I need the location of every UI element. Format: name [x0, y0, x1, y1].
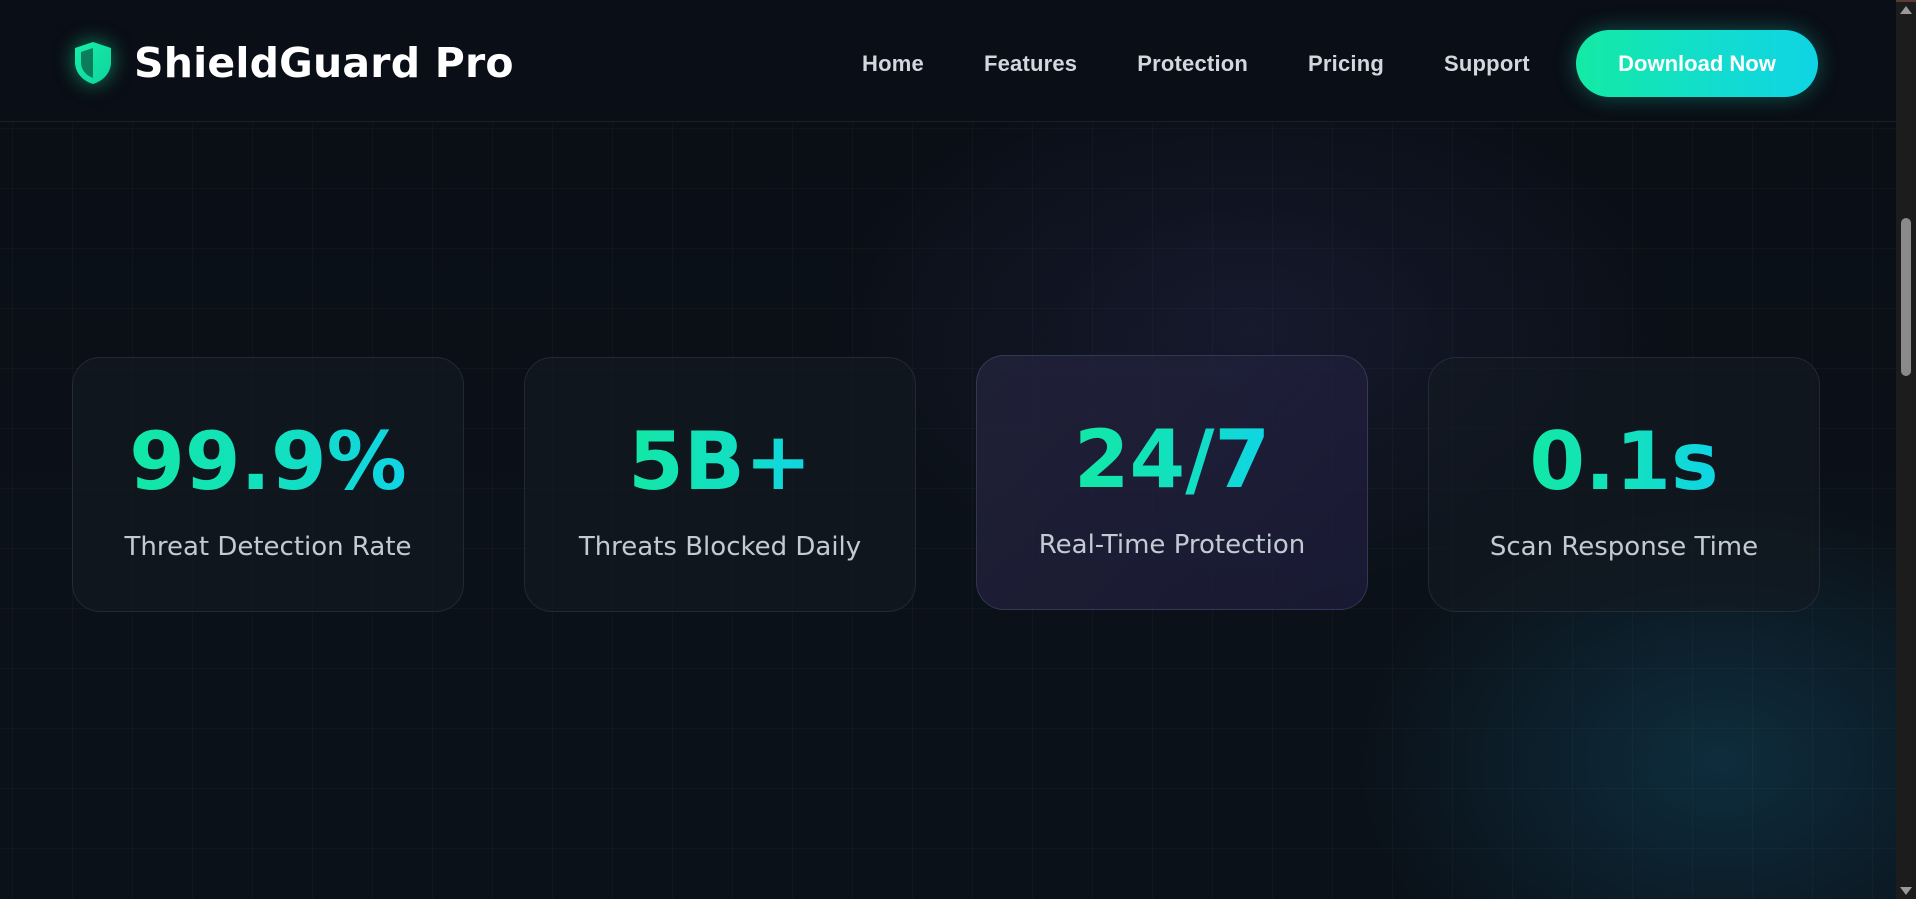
nav-link-protection[interactable]: Protection — [1137, 51, 1248, 77]
stat-value: 24/7 — [1073, 413, 1271, 506]
stat-card-detection-rate: 99.9% Threat Detection Rate — [72, 357, 464, 612]
stat-value: 5B+ — [628, 415, 812, 508]
shield-icon — [70, 39, 116, 87]
vertical-scrollbar[interactable] — [1896, 2, 1916, 899]
brand-name: ShieldGuard Pro — [134, 39, 514, 87]
stat-card-scan-response: 0.1s Scan Response Time — [1428, 357, 1820, 612]
site-header: ShieldGuard Pro Home Features Protection… — [0, 2, 1896, 122]
nav-link-pricing[interactable]: Pricing — [1308, 51, 1384, 77]
stat-value: 99.9% — [129, 415, 407, 508]
brand[interactable]: ShieldGuard Pro — [70, 39, 514, 87]
nav-link-features[interactable]: Features — [984, 51, 1077, 77]
download-now-button[interactable]: Download Now — [1576, 30, 1818, 97]
stat-card-real-time-protection: 24/7 Real-Time Protection — [976, 355, 1368, 610]
stat-label: Real-Time Protection — [1038, 530, 1306, 560]
stat-card-threats-blocked: 5B+ Threats Blocked Daily — [524, 357, 916, 612]
nav-link-home[interactable]: Home — [862, 51, 924, 77]
page-viewport: ShieldGuard Pro Home Features Protection… — [0, 0, 1896, 899]
scroll-down-arrow-icon[interactable] — [1900, 887, 1912, 895]
scrollbar-thumb[interactable] — [1901, 218, 1911, 376]
stat-value: 0.1s — [1529, 415, 1719, 508]
main-nav: Home Features Protection Pricing Support — [862, 48, 1530, 80]
stat-label: Scan Response Time — [1489, 532, 1759, 562]
scroll-up-arrow-icon[interactable] — [1900, 6, 1912, 14]
stat-label: Threat Detection Rate — [124, 532, 412, 562]
nav-link-support[interactable]: Support — [1444, 51, 1530, 77]
stat-label: Threats Blocked Daily — [578, 532, 862, 562]
